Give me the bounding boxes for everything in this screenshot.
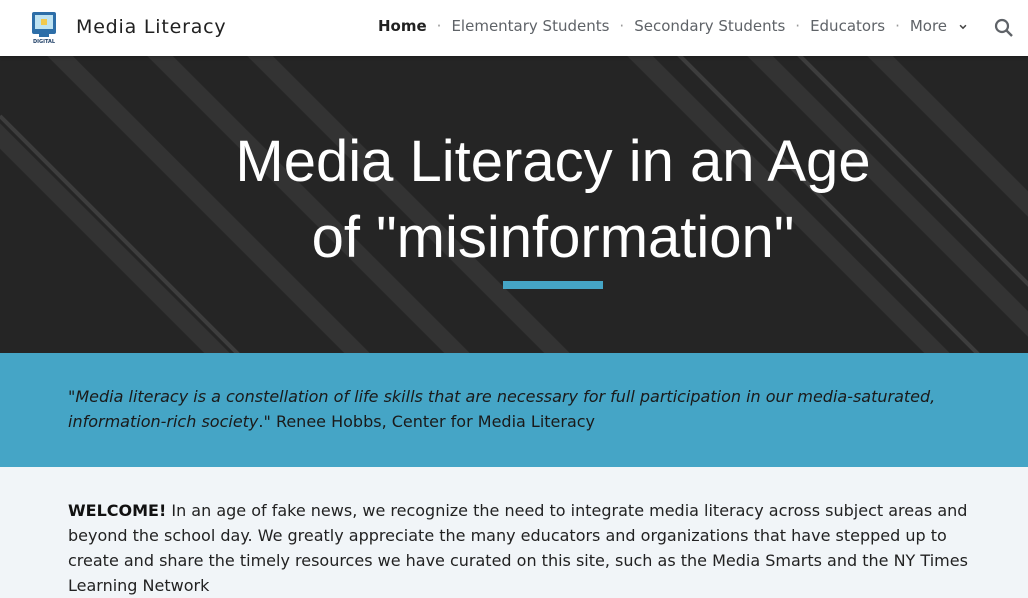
nav-separator: · bbox=[619, 17, 625, 35]
chevron-down-icon bbox=[959, 24, 967, 29]
nav-separator: · bbox=[795, 17, 801, 35]
title-accent-bar bbox=[503, 281, 603, 289]
site-title[interactable]: Media Literacy bbox=[76, 16, 226, 38]
nav-separator: · bbox=[436, 17, 442, 35]
nav-item-more[interactable]: More bbox=[910, 17, 970, 35]
welcome-lead: WELCOME! bbox=[68, 501, 167, 520]
welcome-section: WELCOME! In an age of fake news, we reco… bbox=[0, 467, 1028, 595]
nav-item-educators[interactable]: Educators bbox=[810, 17, 885, 35]
logo-text: DIGITAL bbox=[33, 39, 56, 45]
main-nav: Home · Elementary Students · Secondary S… bbox=[378, 17, 970, 35]
nav-item-more-label: More bbox=[909, 17, 948, 35]
nav-item-elementary-students[interactable]: Elementary Students bbox=[451, 17, 609, 35]
quote-text: "Media literacy is a constellation of li… bbox=[68, 384, 968, 434]
search-icon[interactable] bbox=[992, 16, 1016, 40]
nav-item-home[interactable]: Home bbox=[378, 17, 427, 35]
welcome-paragraph: WELCOME! In an age of fake news, we reco… bbox=[68, 498, 968, 598]
quote-attribution: ." Renee Hobbs, Center for Media Literac… bbox=[258, 412, 596, 431]
nav-separator: · bbox=[895, 17, 900, 35]
page-title-line-2: of "misinformation" bbox=[311, 205, 795, 270]
welcome-text: In an age of fake news, we recognize the… bbox=[68, 501, 968, 595]
page-title-line-1: Media Literacy in an Age bbox=[235, 129, 871, 194]
hero-banner: Media Literacy in an Age of "misinformat… bbox=[0, 56, 1028, 353]
page-title: Media Literacy in an Age of "misinformat… bbox=[150, 124, 956, 276]
top-navigation-bar: DIGITAL Media Literacy Home · Elementary… bbox=[0, 0, 1028, 56]
nav-item-secondary-students[interactable]: Secondary Students bbox=[634, 17, 785, 35]
quote-section: "Media literacy is a constellation of li… bbox=[0, 353, 1028, 467]
site-logo-icon[interactable]: DIGITAL bbox=[28, 10, 60, 46]
